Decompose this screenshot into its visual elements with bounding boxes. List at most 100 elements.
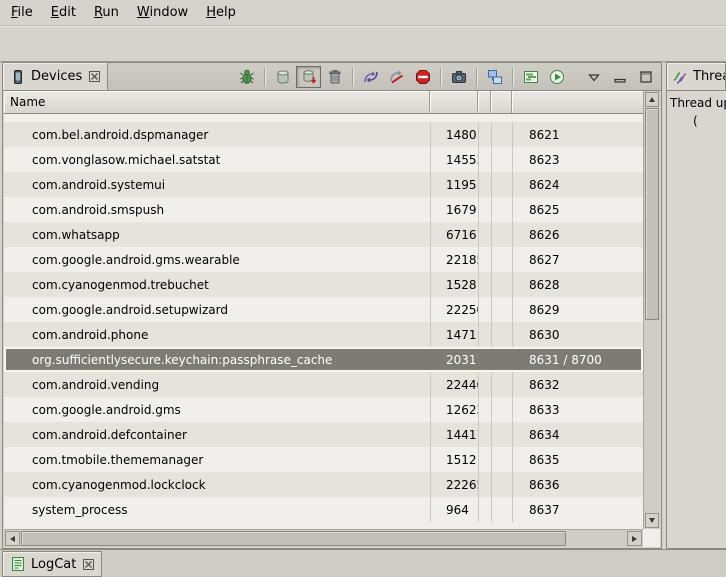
- column-header-status2[interactable]: [491, 91, 512, 113]
- process-row[interactable]: system_process9648637: [4, 497, 643, 522]
- tab-devices[interactable]: Devices: [3, 63, 108, 90]
- scroll-up-button[interactable]: [645, 92, 659, 107]
- cell-status-1: [478, 272, 491, 297]
- process-row[interactable]: com.bel.android.dspmanager14808621: [4, 122, 643, 147]
- cell-process-name: com.google.android.setupwizard: [4, 297, 430, 322]
- threads-icon: [672, 69, 688, 85]
- menu-item-file[interactable]: File: [2, 1, 42, 24]
- update-heap-icon[interactable]: [270, 66, 295, 88]
- cell-status-2: [491, 272, 512, 297]
- start-opengl-trace-icon[interactable]: [544, 66, 569, 88]
- debug-process-icon[interactable]: [234, 66, 259, 88]
- cause-gc-icon[interactable]: [322, 66, 347, 88]
- cell-port: 8636: [512, 472, 643, 497]
- start-method-profiling-icon[interactable]: [384, 66, 409, 88]
- scroll-right-button[interactable]: [627, 531, 642, 546]
- stop-process-icon[interactable]: [410, 66, 435, 88]
- table-header: Name: [4, 91, 643, 114]
- cell-port: 8634: [512, 422, 643, 447]
- cell-process-name: com.vonglasow.michael.satstat: [4, 147, 430, 172]
- table-body: com.bel.android.dspmanager14808621com.vo…: [4, 114, 643, 529]
- process-row[interactable]: com.google.android.gms.wearable221858627: [4, 247, 643, 272]
- cell-pid: 22265: [430, 472, 478, 497]
- process-row[interactable]: com.vonglasow.michael.satstat145538623: [4, 147, 643, 172]
- logcat-strip: LogCat: [0, 549, 726, 577]
- cell-port: 8621: [512, 122, 643, 147]
- screen-capture-icon[interactable]: [446, 66, 471, 88]
- tab-logcat[interactable]: LogCat: [2, 551, 102, 577]
- dump-view-hierarchy-icon[interactable]: [482, 66, 507, 88]
- minimize-icon[interactable]: [607, 66, 632, 88]
- cell-status-1: [478, 197, 491, 222]
- cell-status-1: [478, 222, 491, 247]
- cell-pid: 22185: [430, 247, 478, 272]
- view-menu-icon[interactable]: [581, 66, 606, 88]
- column-header-name[interactable]: Name: [4, 91, 430, 113]
- scroll-left-button[interactable]: [5, 531, 20, 546]
- menu-item-text: elp: [216, 5, 236, 20]
- cell-pid: 22250: [430, 297, 478, 322]
- vertical-scrollbar[interactable]: [643, 91, 660, 529]
- process-row[interactable]: com.android.vending224408632: [4, 372, 643, 397]
- toolbar-separator: [440, 68, 441, 86]
- menu-bar: FileEditRunWindowHelp: [0, 0, 726, 26]
- devices-view: Devices Name com.bel.android.dspmanager1…: [2, 62, 662, 549]
- cell-status-1: [478, 447, 491, 472]
- cell-status-2: [491, 422, 512, 447]
- cell-pid: 1528: [430, 272, 478, 297]
- column-header-pid[interactable]: [430, 91, 478, 113]
- scroll-down-button[interactable]: [645, 513, 659, 528]
- arrow-left-icon: [10, 536, 15, 542]
- column-header-port[interactable]: [512, 91, 643, 113]
- menu-item-run[interactable]: Run: [85, 1, 128, 24]
- tab-threads[interactable]: Threa: [667, 63, 726, 90]
- dump-hprof-icon[interactable]: [296, 66, 321, 88]
- menu-item-edit[interactable]: Edit: [42, 1, 85, 24]
- process-row[interactable]: com.android.defcontainer144118634: [4, 422, 643, 447]
- process-row[interactable]: com.whatsapp67168626: [4, 222, 643, 247]
- devices-toolbar: [234, 63, 661, 90]
- cell-port: 8623: [512, 147, 643, 172]
- cell-status-2: [491, 497, 512, 522]
- menu-item-mnemonic: W: [137, 5, 150, 20]
- cell-port: 8633: [512, 397, 643, 422]
- cell-pid: 6716: [430, 222, 478, 247]
- process-row[interactable]: com.cyanogenmod.lockclock222658636: [4, 472, 643, 497]
- menu-item-help[interactable]: Help: [197, 1, 245, 24]
- close-icon[interactable]: [89, 71, 100, 82]
- cell-status-2: [491, 222, 512, 247]
- cell-pid: 22440: [430, 372, 478, 397]
- capture-systrace-icon[interactable]: [518, 66, 543, 88]
- process-table: Name com.bel.android.dspmanager14808621c…: [4, 91, 660, 547]
- process-row[interactable]: com.google.android.gms126238633: [4, 397, 643, 422]
- vertical-scroll-thumb[interactable]: [645, 108, 659, 320]
- main-toolbar: [0, 26, 726, 62]
- close-icon[interactable]: [83, 559, 94, 570]
- process-row[interactable]: com.android.smspush16798625: [4, 197, 643, 222]
- process-row[interactable]: com.cyanogenmod.trebuchet15288628: [4, 272, 643, 297]
- update-threads-icon[interactable]: [358, 66, 383, 88]
- menu-item-window[interactable]: Window: [128, 1, 197, 24]
- process-row-selected[interactable]: org.sufficientlysecure.keychain:passphra…: [4, 347, 643, 372]
- cell-status-1: [478, 297, 491, 322]
- cell-port: 8629: [512, 297, 643, 322]
- horizontal-scrollbar[interactable]: [4, 529, 643, 547]
- cell-status-2: [491, 347, 512, 372]
- horizontal-scroll-thumb[interactable]: [21, 531, 566, 546]
- cell-status-1: [478, 147, 491, 172]
- tab-logcat-label: LogCat: [31, 557, 76, 572]
- process-row[interactable]: com.android.systemui11958624: [4, 172, 643, 197]
- ddms-window: FileEditRunWindowHelp Devices Name: [0, 0, 726, 577]
- process-row[interactable]: com.tmobile.thememanager15128635: [4, 447, 643, 472]
- cell-status-1: [478, 172, 491, 197]
- process-row[interactable]: com.android.phone14718630: [4, 322, 643, 347]
- cell-status-2: [491, 372, 512, 397]
- cell-status-2: [491, 122, 512, 147]
- process-row[interactable]: com.google.android.setupwizard22250 8629: [4, 297, 643, 322]
- cell-process-name: com.android.smspush: [4, 197, 430, 222]
- cell-pid: 1480: [430, 122, 478, 147]
- maximize-icon[interactable]: [633, 66, 658, 88]
- partial-row: [4, 114, 643, 122]
- column-header-status1[interactable]: [478, 91, 491, 113]
- cell-pid: 1679: [430, 197, 478, 222]
